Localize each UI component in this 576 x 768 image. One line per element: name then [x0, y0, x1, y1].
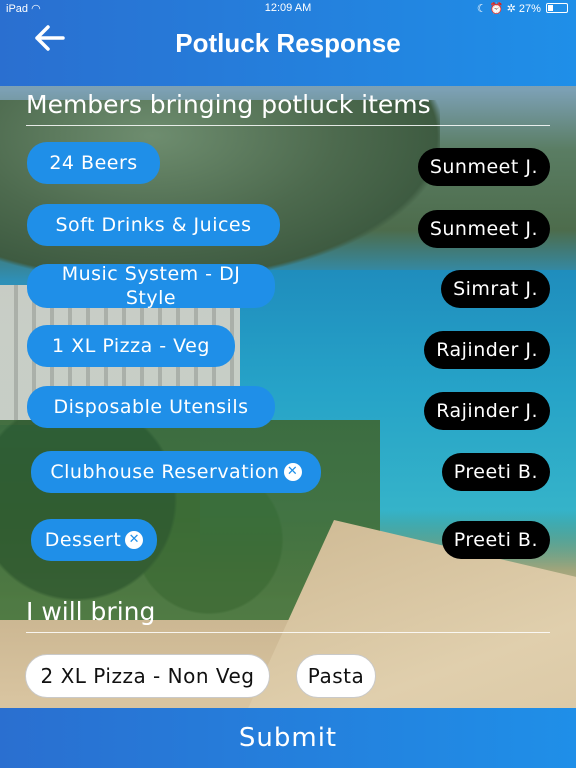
- mountain-shape: [0, 100, 440, 280]
- member-pill: Rajinder J.: [424, 392, 550, 430]
- item-label: 24 Beers: [49, 152, 138, 174]
- page-title: Potluck Response: [175, 28, 401, 58]
- member-pill: Simrat J.: [441, 270, 550, 308]
- item-pill[interactable]: 1 XL Pizza - Veg: [27, 325, 235, 367]
- status-bar: iPad ◠ 12:09 AM ☾ ⏰ ✲ 27%: [0, 0, 576, 18]
- member-pill: Sunmeet J.: [417, 210, 550, 248]
- item-label: Clubhouse Reservation: [50, 461, 280, 483]
- item-pill[interactable]: Music System - DJ Style: [27, 263, 275, 309]
- item-pill[interactable]: 24 Beers: [27, 142, 160, 184]
- member-name: Preeti B.: [453, 461, 538, 483]
- bring-item-pill[interactable]: Pasta: [296, 654, 376, 698]
- submit-button[interactable]: Submit: [0, 708, 576, 768]
- bring-item-label: 2 XL Pizza - Non Veg: [40, 664, 255, 688]
- status-right: ☾ ⏰ ✲ 27%: [477, 2, 568, 15]
- bring-item-label: Pasta: [307, 664, 365, 688]
- item-pill[interactable]: Clubhouse Reservation ✕: [31, 451, 321, 493]
- item-pill[interactable]: Soft Drinks & Juices: [27, 204, 280, 246]
- member-name: Rajinder J.: [436, 400, 538, 422]
- item-label: Dessert: [44, 529, 122, 551]
- item-label: 1 XL Pizza - Veg: [52, 335, 210, 357]
- member-pill: Preeti B.: [441, 521, 550, 559]
- moon-icon: ☾: [476, 3, 487, 15]
- member-name: Sunmeet J.: [429, 156, 538, 178]
- submit-label: Submit: [238, 723, 338, 753]
- member-pill: Sunmeet J.: [417, 148, 550, 186]
- members-divider: [26, 125, 550, 126]
- item-pill[interactable]: Disposable Utensils: [27, 386, 275, 428]
- item-label: Soft Drinks & Juices: [55, 214, 252, 236]
- bring-divider: [26, 632, 550, 633]
- alarm-icon: ⏰: [489, 3, 504, 15]
- member-name: Rajinder J.: [436, 339, 538, 361]
- member-name: Simrat J.: [453, 278, 538, 300]
- bluetooth-icon: ✲: [506, 3, 516, 15]
- battery-icon: [546, 3, 568, 13]
- header-bar: iPad ◠ 12:09 AM ☾ ⏰ ✲ 27% Potluck Respon…: [0, 0, 576, 86]
- item-label: Music System - DJ Style: [61, 263, 241, 309]
- bring-item-pill[interactable]: 2 XL Pizza - Non Veg: [25, 654, 270, 698]
- item-pill[interactable]: Dessert ✕: [31, 519, 157, 561]
- battery-percent: 27%: [518, 3, 541, 15]
- item-label: Disposable Utensils: [53, 396, 249, 418]
- remove-item-icon[interactable]: ✕: [125, 531, 144, 549]
- member-name: Sunmeet J.: [429, 218, 538, 240]
- member-name: Preeti B.: [453, 529, 538, 551]
- remove-item-icon[interactable]: ✕: [283, 463, 302, 481]
- member-pill: Preeti B.: [441, 453, 550, 491]
- bring-section-title: I will bring: [26, 597, 156, 626]
- members-section-title: Members bringing potluck items: [26, 90, 431, 119]
- member-pill: Rajinder J.: [424, 331, 550, 369]
